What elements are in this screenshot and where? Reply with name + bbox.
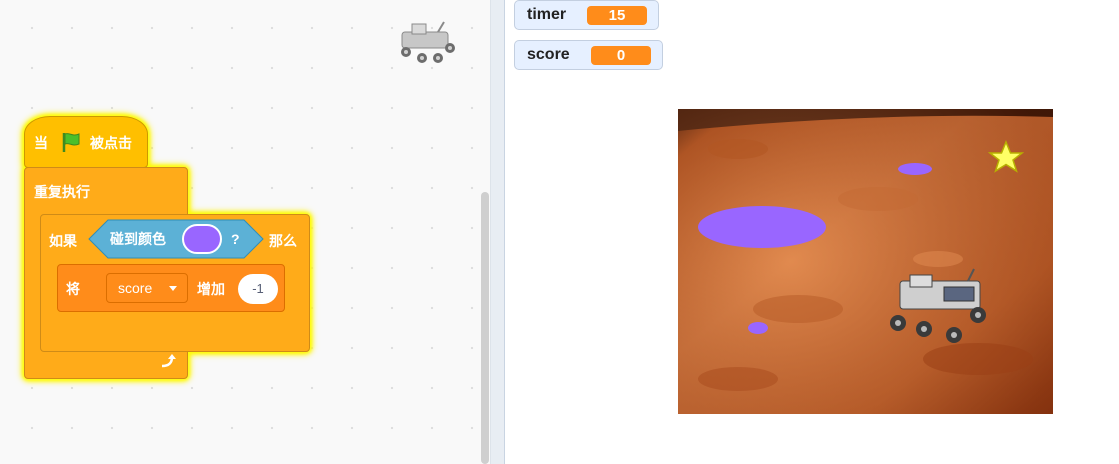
change-variable-block[interactable]: 将 score 增加 -1 [57,264,285,312]
forever-label: 重复执行 [34,184,90,200]
then-label: 那么 [269,233,297,249]
hat-clicked-label: 被点击 [90,135,132,151]
score-monitor-value: 0 [591,46,651,65]
code-area[interactable]: 当 被点击 重复执行 如果 那么 碰到颜色 ? 将 score 增加 -1 [0,0,490,464]
chevron-down-icon [169,286,177,291]
loop-arrow-icon [161,354,176,368]
stage[interactable] [678,109,1053,414]
timer-monitor-label: timer [527,6,567,23]
sprite-thumbnail [401,21,455,63]
if-label: 如果 [49,233,77,249]
score-monitor[interactable]: score 0 [514,40,663,70]
variable-dropdown-value: score [118,280,153,296]
pane-divider [490,0,505,464]
color-swatch[interactable] [182,224,222,254]
timer-monitor-value: 15 [587,6,647,25]
hat-when-label: 当 [34,135,48,151]
purple-ellipse-large [698,206,826,248]
purple-ellipse-tiny [748,322,768,334]
touching-color-label: 碰到颜色 [110,231,166,247]
question-mark-label: ? [231,231,240,247]
code-area-scrollbar[interactable] [481,192,489,464]
purple-ellipse-small [898,163,932,175]
green-flag-icon [62,133,80,152]
change-set-label: 将 [66,281,80,297]
when-flag-clicked-block[interactable]: 当 被点击 [24,116,148,168]
variable-dropdown[interactable]: score [106,273,188,303]
change-value-text: -1 [252,281,264,296]
change-by-label: 增加 [197,281,225,297]
change-value-input[interactable]: -1 [238,274,278,304]
timer-monitor[interactable]: timer 15 [514,0,659,30]
score-monitor-label: score [527,46,570,63]
